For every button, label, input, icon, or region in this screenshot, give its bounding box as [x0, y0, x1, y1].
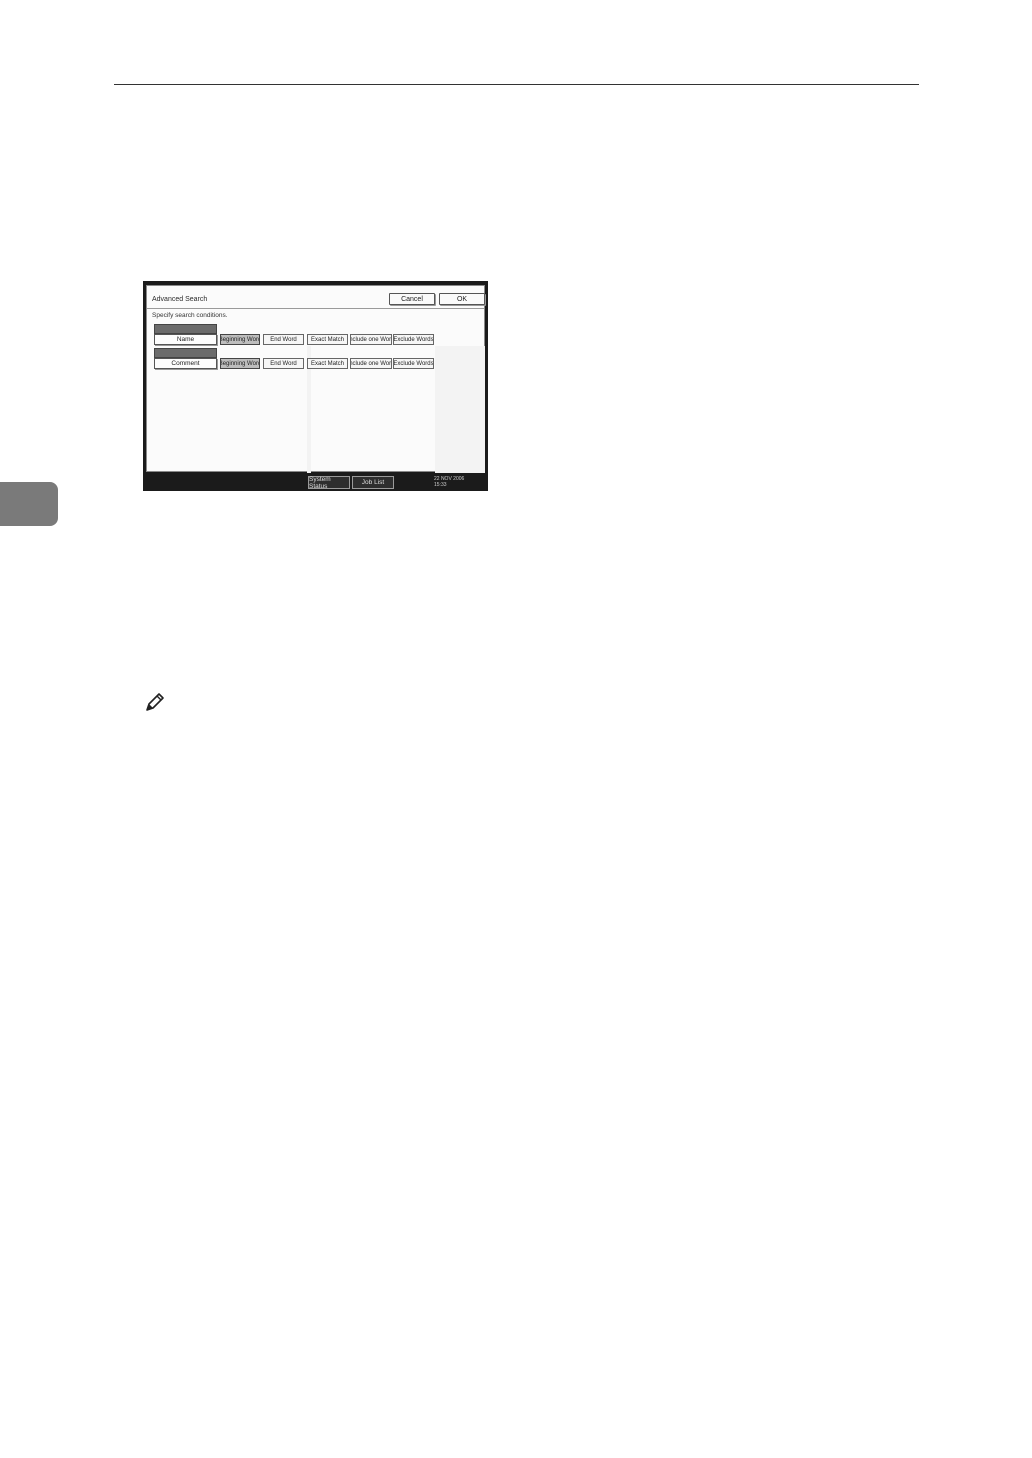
comment-exact-match-button[interactable]: Exact Match: [307, 358, 348, 369]
comment-include-one-word-button[interactable]: Include one Word: [350, 358, 392, 369]
time-text: 15:33: [434, 482, 447, 488]
comment-field-button[interactable]: Comment: [154, 358, 217, 369]
name-exclude-words-button[interactable]: Exclude Words: [393, 334, 434, 345]
ok-button[interactable]: OK: [439, 293, 485, 305]
name-end-word-button[interactable]: End Word: [263, 334, 304, 345]
comment-value-display: [154, 348, 217, 358]
background-column: [435, 346, 485, 473]
system-status-button[interactable]: System Status: [308, 476, 350, 490]
comment-end-word-button[interactable]: End Word: [263, 358, 304, 369]
instruction-text: Specify search conditions.: [152, 312, 228, 319]
name-exact-match-button[interactable]: Exact Match: [307, 334, 348, 345]
name-beginning-word-button[interactable]: Beginning Word: [220, 334, 260, 345]
name-value-display: [154, 324, 217, 334]
job-list-button[interactable]: Job List: [352, 476, 394, 489]
cancel-button[interactable]: Cancel: [389, 293, 435, 305]
title-divider: [147, 308, 484, 309]
comment-exclude-words-button[interactable]: Exclude Words: [393, 358, 434, 369]
control-panel-screenshot: Advanced Search Cancel OK Specify search…: [143, 281, 488, 491]
chapter-tab: [0, 482, 58, 526]
page-header-rule: [114, 84, 919, 85]
pencil-note-icon: [146, 693, 164, 711]
date-time-display: 22 NOV 2006 15:33: [434, 476, 464, 488]
comment-beginning-word-button[interactable]: Beginning Word: [220, 358, 260, 369]
advanced-search-dialog: Advanced Search Cancel OK Specify search…: [146, 285, 485, 473]
name-field-button[interactable]: Name: [154, 334, 217, 345]
name-include-one-word-button[interactable]: Include one Word: [350, 334, 392, 345]
dialog-title: Advanced Search: [152, 296, 208, 303]
